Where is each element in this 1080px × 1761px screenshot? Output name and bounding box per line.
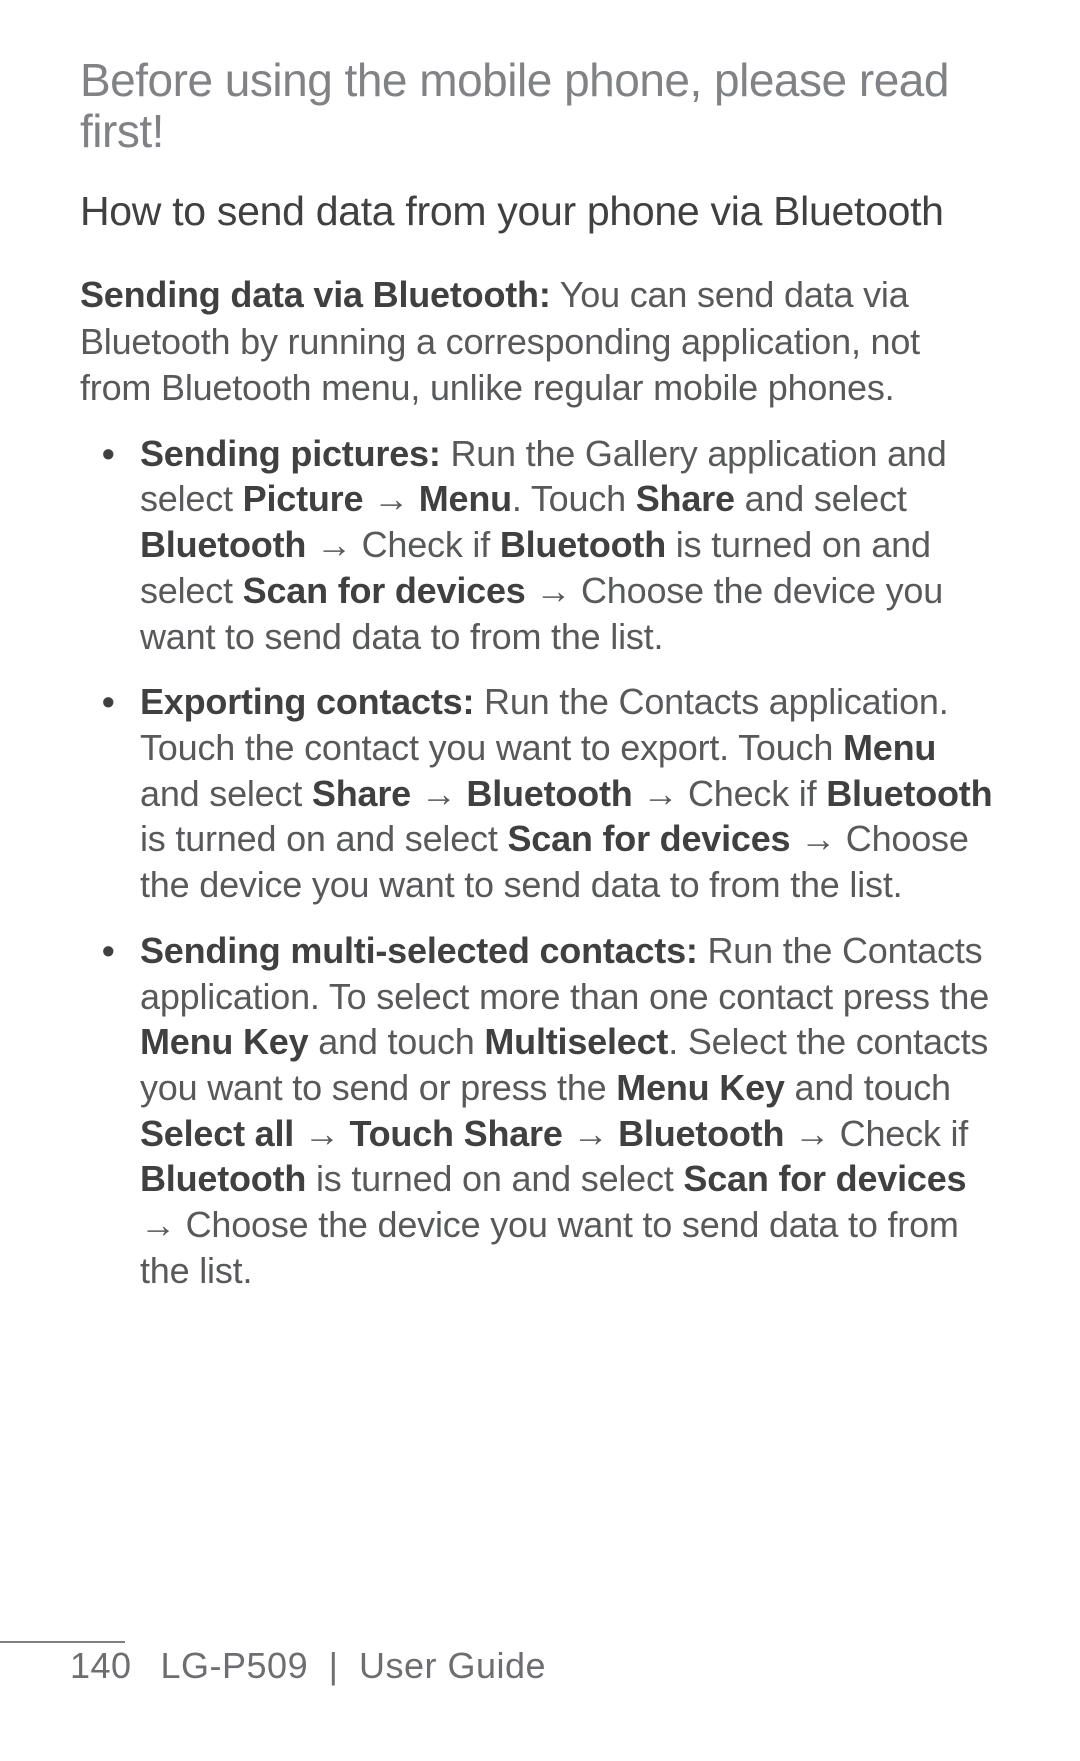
bold-text: Menu Key [616, 1067, 784, 1108]
footer-rule [0, 1641, 125, 1643]
bold-text: Share [636, 478, 735, 519]
bold-text: Share [312, 773, 411, 814]
bold-text: Scan for devices [683, 1158, 966, 1199]
intro-lead: Sending data via Bluetooth: [80, 274, 551, 315]
bold-text: Sending pictures: [140, 433, 441, 474]
instruction-list: Sending pictures: Run the Gallery applic… [80, 431, 1000, 1294]
footer-text: 140 LG-P509 | User Guide [0, 1645, 1000, 1687]
bold-text: Menu [419, 478, 512, 519]
bold-text: Sending multi-selected contacts: [140, 930, 698, 971]
list-item: Sending multi-selected contacts: Run the… [140, 928, 1000, 1294]
bold-text: Picture [243, 478, 364, 519]
bold-text: Bluetooth [140, 1158, 306, 1199]
footer-separator: | [319, 1645, 349, 1686]
bold-text: Multiselect [484, 1021, 668, 1062]
bold-text: Scan for devices [243, 570, 526, 611]
section-heading: How to send data from your phone via Blu… [80, 186, 1000, 237]
bold-text: Scan for devices [507, 818, 790, 859]
list-item: Exporting contacts: Run the Contacts app… [140, 679, 1000, 908]
bold-text: Bluetooth [500, 524, 666, 565]
page-footer: 140 LG-P509 | User Guide [0, 1645, 1080, 1687]
bold-text: Menu Key [140, 1021, 308, 1062]
bold-text: Bluetooth [826, 773, 992, 814]
intro-paragraph: Sending data via Bluetooth: You can send… [80, 272, 1000, 410]
bold-text: Bluetooth [618, 1113, 784, 1154]
page-title: Before using the mobile phone, please re… [80, 55, 1000, 156]
bold-text: Bluetooth [140, 524, 306, 565]
list-item: Sending pictures: Run the Gallery applic… [140, 431, 1000, 660]
footer-model: LG-P509 [161, 1645, 309, 1686]
bold-text: Touch Share [350, 1113, 563, 1154]
manual-page: Before using the mobile phone, please re… [0, 0, 1080, 1761]
footer-label: User Guide [359, 1645, 546, 1686]
bold-text: Menu [843, 727, 936, 768]
bold-text: Select all [140, 1113, 294, 1154]
page-number: 140 [70, 1645, 150, 1687]
bold-text: Bluetooth [466, 773, 632, 814]
bold-text: Exporting contacts: [140, 681, 474, 722]
